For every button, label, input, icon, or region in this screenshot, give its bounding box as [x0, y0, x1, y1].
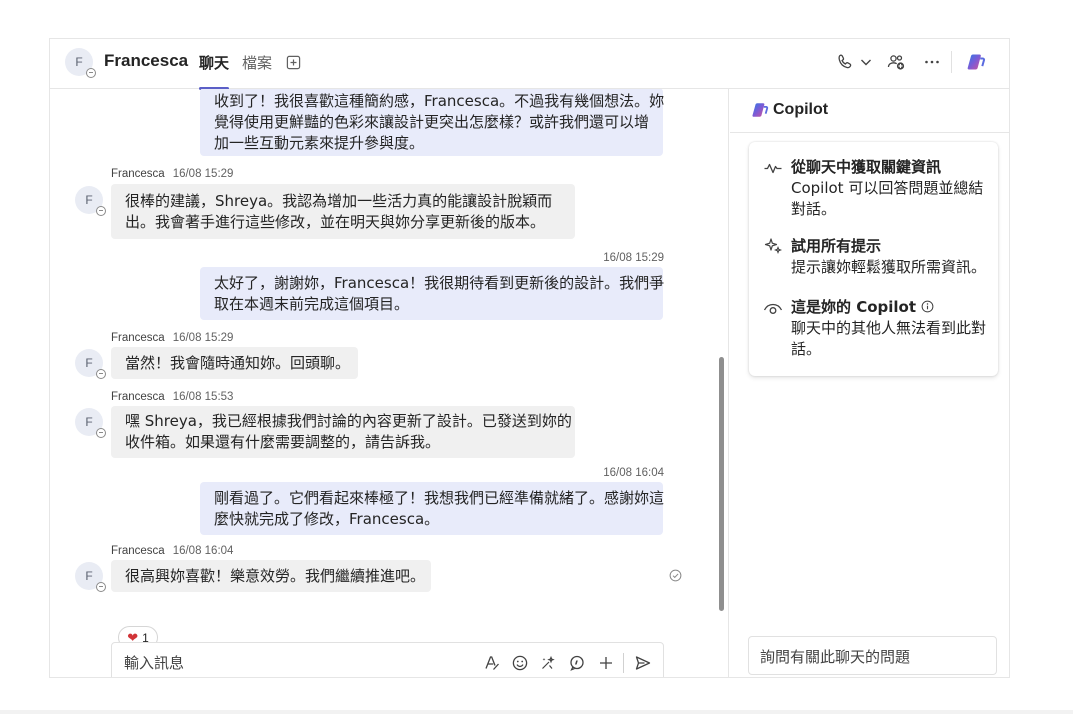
sender-name: Francesca [111, 545, 165, 557]
copilot-logo-icon [752, 103, 769, 117]
presence-offline-icon [96, 582, 106, 592]
sender-name: Francesca [111, 168, 165, 180]
tab-chat[interactable]: 聊天 [199, 52, 230, 90]
sender-name: Francesca [111, 391, 165, 403]
teams-chat-window: F Francesca 聊天 檔案 收到了！我很喜歡這種簡約感，Francesc… [49, 38, 1010, 678]
tab-files[interactable]: 檔案 [242, 52, 272, 73]
tip-title: 從聊天中獲取關鍵資訊 [791, 158, 942, 176]
composer-divider [623, 653, 624, 673]
message-bubble-sent[interactable]: 收到了！我很喜歡這種簡約感，Francesca。不過我有幾個想法。妳 覺得使用更… [200, 89, 665, 156]
bottom-strip [0, 710, 1073, 714]
loop-icon[interactable] [539, 654, 557, 672]
emoji-icon[interactable] [511, 654, 529, 672]
message-bubble-sent[interactable]: 剛看過了。它們看起來棒極了！我想我們已經準備就緒了。感謝妳這 麼快就完成了修改，… [200, 482, 665, 535]
message-line: 剛看過了。它們看起來棒極了！我想我們已經準備就緒了。感謝妳這 [214, 488, 665, 507]
sparkle-icon [764, 238, 783, 255]
message-bubble-sent[interactable]: 太好了，謝謝妳，Francesca！我很期待看到更新後的設計。我們爭 取在本週末… [200, 267, 665, 320]
sender-name: Francesca [111, 332, 165, 344]
avatar[interactable]: F [75, 186, 106, 216]
contact-name[interactable]: Francesca [104, 51, 188, 71]
message-list[interactable]: 收到了！我很喜歡這種簡約感，Francesca。不過我有幾個想法。妳 覺得使用更… [50, 89, 729, 677]
message-time: 16/08 15:29 [172, 332, 234, 344]
pulse-icon [764, 163, 782, 174]
message-line: 麼快就完成了修改，Francesca。 [214, 509, 440, 528]
presence-offline-icon [96, 206, 106, 216]
phone-icon[interactable] [835, 52, 855, 72]
avatar-initial: F [75, 55, 83, 69]
tip-desc-line: 話。 [791, 340, 822, 358]
message-time: 16/08 15:29 [603, 252, 664, 264]
message-meta: Francesca 16/08 15:29 [111, 332, 233, 344]
message-bubble-received[interactable]: 當然！我會隨時通知妳。回頭聊。 [111, 347, 358, 379]
copilot-ask-box[interactable] [748, 636, 997, 675]
message-composer[interactable] [111, 642, 664, 677]
copilot-question-input[interactable] [760, 646, 985, 668]
tip-desc-line: 對話。 [791, 200, 837, 218]
avatar-initial: F [85, 356, 93, 370]
header-divider [951, 51, 952, 73]
message-line: 加一些互動元素來提升參與度。 [214, 133, 425, 152]
message-meta: Francesca 16/08 15:53 [111, 391, 233, 403]
message-line: 收到了！我很喜歡這種簡約感，Francesca。不過我有幾個想法。妳 [214, 91, 665, 110]
copilot-icon[interactable] [966, 52, 986, 72]
chevron-down-icon[interactable] [856, 52, 876, 72]
copilot-intro-card: 從聊天中獲取關鍵資訊 Copilot 可以回答問題並總結 對話。 試用所有提示 … [749, 142, 998, 376]
plus-icon[interactable] [597, 654, 615, 672]
tip-desc-line: 提示讓妳輕鬆獲取所需資訊。 [791, 258, 987, 276]
presence-offline-icon [86, 68, 96, 78]
message-meta: Francesca 16/08 15:29 [111, 168, 233, 180]
presence-offline-icon [96, 369, 106, 379]
message-bubble-received[interactable]: 嘿 Shreya，我已經根據我們討論的內容更新了設計。已發送到妳的 收件箱。如果… [111, 406, 575, 458]
copilot-title: Copilot [773, 101, 829, 118]
eye-icon [763, 303, 783, 314]
avatar-initial: F [85, 569, 93, 583]
tip-title: 試用所有提示 [791, 237, 882, 255]
more-icon[interactable] [922, 52, 942, 72]
add-tab-icon[interactable] [286, 55, 301, 70]
avatar[interactable]: F [75, 408, 106, 438]
avatar-initial: F [85, 193, 93, 207]
message-line: 覺得使用更鮮豔的色彩來讓設計更突出怎麼樣？或許我們還可以增 [214, 112, 650, 131]
tip-title-text: 這是妳的 Copilot [791, 298, 917, 316]
message-line: 出。我會著手進行這些修改，並在明天與妳分享更新後的版本。 [125, 212, 546, 231]
copilot-prompt-icon[interactable] [568, 654, 586, 672]
tip-desc-line: Copilot 可以回答問題並總結 [791, 179, 984, 197]
message-line: 取在本週末前完成這個項目。 [214, 294, 410, 313]
presence-offline-icon [96, 428, 106, 438]
avatar[interactable]: F [65, 48, 96, 78]
copilot-pane: Copilot 從聊天中獲取關鍵資訊 Copilot 可以回答問題並總結 對話。… [730, 89, 1009, 677]
tip-title: 這是妳的 Copilot [791, 296, 934, 317]
message-line: 收件箱。如果還有什麼需要調整的，請告訴我。 [125, 433, 441, 451]
message-meta: Francesca 16/08 16:04 [111, 545, 233, 557]
people-add-icon[interactable] [886, 52, 906, 72]
avatar-initial: F [85, 415, 93, 429]
tip-desc-line: 聊天中的其他人無法看到此對 [791, 319, 987, 337]
message-bubble-received[interactable]: 很棒的建議，Shreya。我認為增加一些活力真的能讓設計脫穎而 出。我會著手進行… [111, 184, 575, 239]
message-time: 16/08 16:04 [172, 545, 234, 557]
message-line: 太好了，謝謝妳，Francesca！我很期待看到更新後的設計。我們爭 [214, 273, 665, 292]
message-line: 嘿 Shreya，我已經根據我們討論的內容更新了設計。已發送到妳的 [125, 412, 572, 430]
format-icon[interactable] [483, 654, 501, 672]
send-icon[interactable] [634, 654, 652, 672]
read-receipt-icon [669, 569, 682, 582]
scrollbar[interactable] [719, 357, 724, 611]
info-icon[interactable] [921, 300, 934, 313]
message-line: 當然！我會隨時通知妳。回頭聊。 [125, 353, 351, 372]
chat-header: F Francesca 聊天 檔案 [50, 39, 1009, 90]
avatar[interactable]: F [75, 562, 106, 592]
message-time: 16/08 16:04 [603, 467, 664, 479]
message-line: 很棒的建議，Shreya。我認為增加一些活力真的能讓設計脫穎而 [125, 191, 553, 210]
message-time: 16/08 15:53 [172, 391, 234, 403]
avatar[interactable]: F [75, 349, 106, 379]
message-time: 16/08 15:29 [172, 168, 234, 180]
message-input[interactable] [124, 652, 464, 674]
message-bubble-received[interactable]: 很高興妳喜歡！樂意效勞。我們繼續推進吧。 [111, 560, 431, 592]
copilot-pane-header: Copilot [730, 89, 1009, 133]
message-line: 很高興妳喜歡！樂意效勞。我們繼續推進吧。 [125, 566, 426, 585]
